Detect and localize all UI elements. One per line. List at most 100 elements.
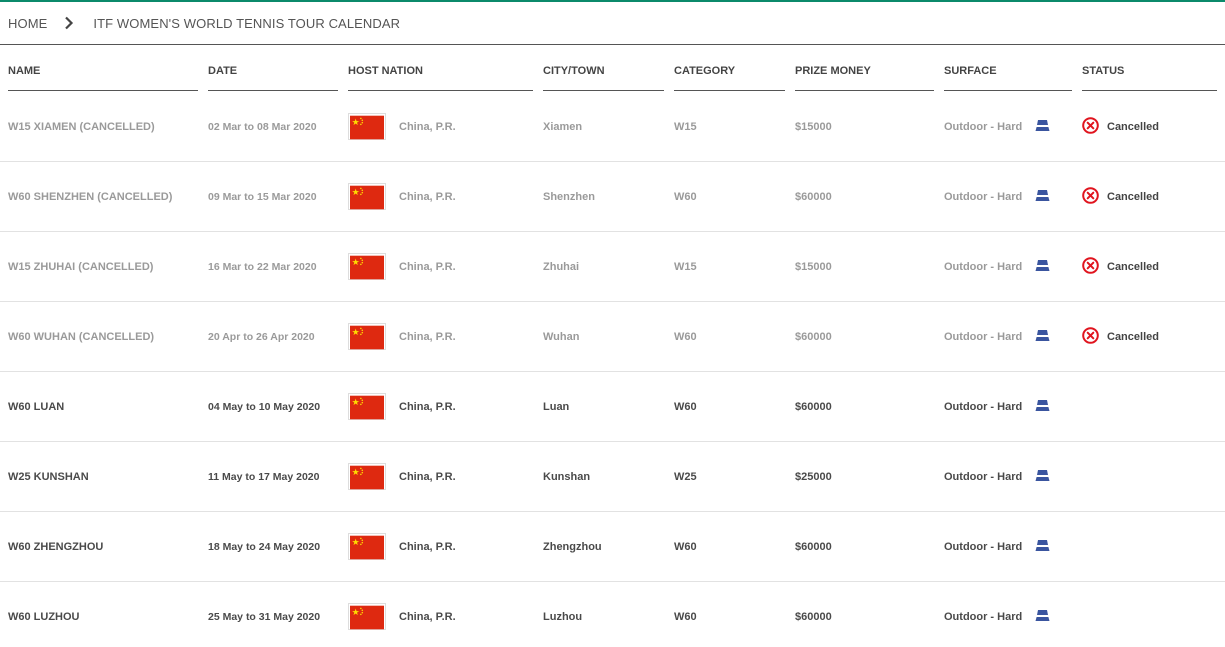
column-header-underline [348, 90, 533, 91]
china-flag-icon [348, 183, 386, 210]
host-nation: China, P.R. [399, 120, 456, 133]
china-flag-icon [348, 463, 386, 490]
cancelled-x-icon [1082, 256, 1099, 277]
breadcrumb-home-link[interactable]: HOME [8, 16, 47, 31]
tournament-name[interactable]: W60 ZHENGZHOU [8, 512, 103, 581]
category: W60 [674, 540, 697, 553]
china-flag-icon [348, 113, 386, 140]
prize-money: $60000 [795, 400, 832, 413]
table-header: NAME DATE HOST NATION CITY/TOWN CATEGORY… [0, 45, 1225, 92]
surface: Outdoor - Hard [944, 120, 1023, 133]
hard-court-icon [1035, 469, 1050, 484]
tournament-name[interactable]: W60 SHENZHEN (CANCELLED) [8, 162, 172, 231]
prize-money: $25000 [795, 470, 832, 483]
tournament-date: 04 May to 10 May 2020 [208, 400, 321, 413]
hard-court-icon [1035, 539, 1050, 554]
china-flag-icon [348, 393, 386, 420]
surface-cell: Outdoor - Hard [944, 302, 1050, 371]
table-row[interactable]: W60 WUHAN (CANCELLED) 20 Apr to 26 Apr 2… [0, 302, 1225, 372]
city-town: Zhengzhou [543, 540, 602, 553]
table-row[interactable]: W25 KUNSHAN 11 May to 17 May 2020 China,… [0, 442, 1225, 512]
cancelled-x-icon [1082, 326, 1099, 347]
surface-cell: Outdoor - Hard [944, 582, 1050, 647]
surface-cell: Outdoor - Hard [944, 442, 1050, 511]
host-nation-flag [348, 512, 386, 581]
tournament-name[interactable]: W25 KUNSHAN [8, 442, 89, 511]
hard-court-icon [1035, 399, 1050, 414]
hard-court-icon [1035, 189, 1050, 204]
column-header-host-nation[interactable]: HOST NATION [348, 65, 423, 77]
hard-court-icon [1035, 609, 1050, 624]
surface-cell: Outdoor - Hard [944, 232, 1050, 301]
prize-money: $60000 [795, 190, 832, 203]
column-header-status[interactable]: STATUS [1082, 65, 1124, 77]
column-header-prize-money[interactable]: PRIZE MONEY [795, 65, 871, 77]
column-header-underline [543, 90, 664, 91]
tournament-name[interactable]: W60 WUHAN (CANCELLED) [8, 302, 154, 371]
status-cell: Cancelled [1082, 302, 1159, 371]
chevron-right-icon [63, 16, 75, 30]
tournament-name[interactable]: W60 LUAN [8, 372, 64, 441]
breadcrumb-current: ITF WOMEN'S WORLD TENNIS TOUR CALENDAR [93, 15, 401, 31]
column-header-underline [8, 90, 198, 91]
column-header-surface[interactable]: SURFACE [944, 65, 997, 77]
tournament-name[interactable]: W15 ZHUHAI (CANCELLED) [8, 232, 153, 301]
host-nation-flag [348, 302, 386, 371]
column-header-underline [208, 90, 338, 91]
hard-court-icon [1035, 259, 1050, 274]
column-header-underline [944, 90, 1072, 91]
prize-money: $15000 [795, 260, 832, 273]
table-row[interactable]: W15 XIAMEN (CANCELLED) 02 Mar to 08 Mar … [0, 92, 1225, 162]
china-flag-icon [348, 323, 386, 350]
table-row[interactable]: W60 SHENZHEN (CANCELLED) 09 Mar to 15 Ma… [0, 162, 1225, 232]
city-town: Luzhou [543, 610, 583, 623]
host-nation-flag [348, 372, 386, 441]
host-nation-flag [348, 232, 386, 301]
china-flag-icon [348, 533, 386, 560]
host-nation: China, P.R. [399, 610, 456, 623]
column-header-name[interactable]: NAME [8, 65, 40, 77]
category: W15 [674, 120, 697, 133]
tournament-name[interactable]: W60 LUZHOU [8, 582, 80, 647]
china-flag-icon [348, 253, 386, 280]
surface: Outdoor - Hard [944, 260, 1023, 273]
host-nation: China, P.R. [399, 330, 456, 343]
city-town: Wuhan [543, 330, 580, 343]
category: W15 [674, 260, 697, 273]
surface-cell: Outdoor - Hard [944, 92, 1050, 161]
table-row[interactable]: W60 LUZHOU 25 May to 31 May 2020 China, … [0, 582, 1225, 647]
cancelled-x-icon [1082, 116, 1099, 137]
top-accent-border [0, 0, 1225, 2]
surface: Outdoor - Hard [944, 190, 1023, 203]
status-cell: Cancelled [1082, 162, 1159, 231]
status-badge: Cancelled [1107, 190, 1159, 203]
city-town: Zhuhai [543, 260, 580, 273]
column-header-category[interactable]: CATEGORY [674, 65, 735, 77]
tournament-date: 11 May to 17 May 2020 [208, 470, 320, 483]
table-row[interactable]: W60 ZHENGZHOU 18 May to 24 May 2020 Chin… [0, 512, 1225, 582]
host-nation-flag [348, 162, 386, 231]
column-header-date[interactable]: DATE [208, 65, 237, 77]
tournament-date: 25 May to 31 May 2020 [208, 610, 321, 623]
prize-money: $60000 [795, 610, 832, 623]
tournament-date: 16 Mar to 22 Mar 2020 [208, 260, 317, 273]
table-row[interactable]: W60 LUAN 04 May to 10 May 2020 China, P.… [0, 372, 1225, 442]
status-badge: Cancelled [1107, 260, 1159, 273]
tournament-date: 18 May to 24 May 2020 [208, 540, 321, 553]
host-nation: China, P.R. [399, 470, 456, 483]
column-header-underline [795, 90, 934, 91]
column-header-underline [674, 90, 785, 91]
city-town: Shenzhen [543, 190, 595, 203]
status-badge: Cancelled [1107, 330, 1159, 343]
host-nation: China, P.R. [399, 400, 456, 413]
china-flag-icon [348, 603, 386, 630]
prize-money: $60000 [795, 540, 832, 553]
breadcrumb: HOME ITF WOMEN'S WORLD TENNIS TOUR CALEN… [8, 14, 400, 32]
tournament-name[interactable]: W15 XIAMEN (CANCELLED) [8, 92, 155, 161]
column-header-city[interactable]: CITY/TOWN [543, 65, 605, 77]
table-row[interactable]: W15 ZHUHAI (CANCELLED) 16 Mar to 22 Mar … [0, 232, 1225, 302]
tournament-date: 09 Mar to 15 Mar 2020 [208, 190, 317, 203]
prize-money: $15000 [795, 120, 832, 133]
tournament-date: 20 Apr to 26 Apr 2020 [208, 330, 315, 343]
surface-cell: Outdoor - Hard [944, 512, 1050, 581]
